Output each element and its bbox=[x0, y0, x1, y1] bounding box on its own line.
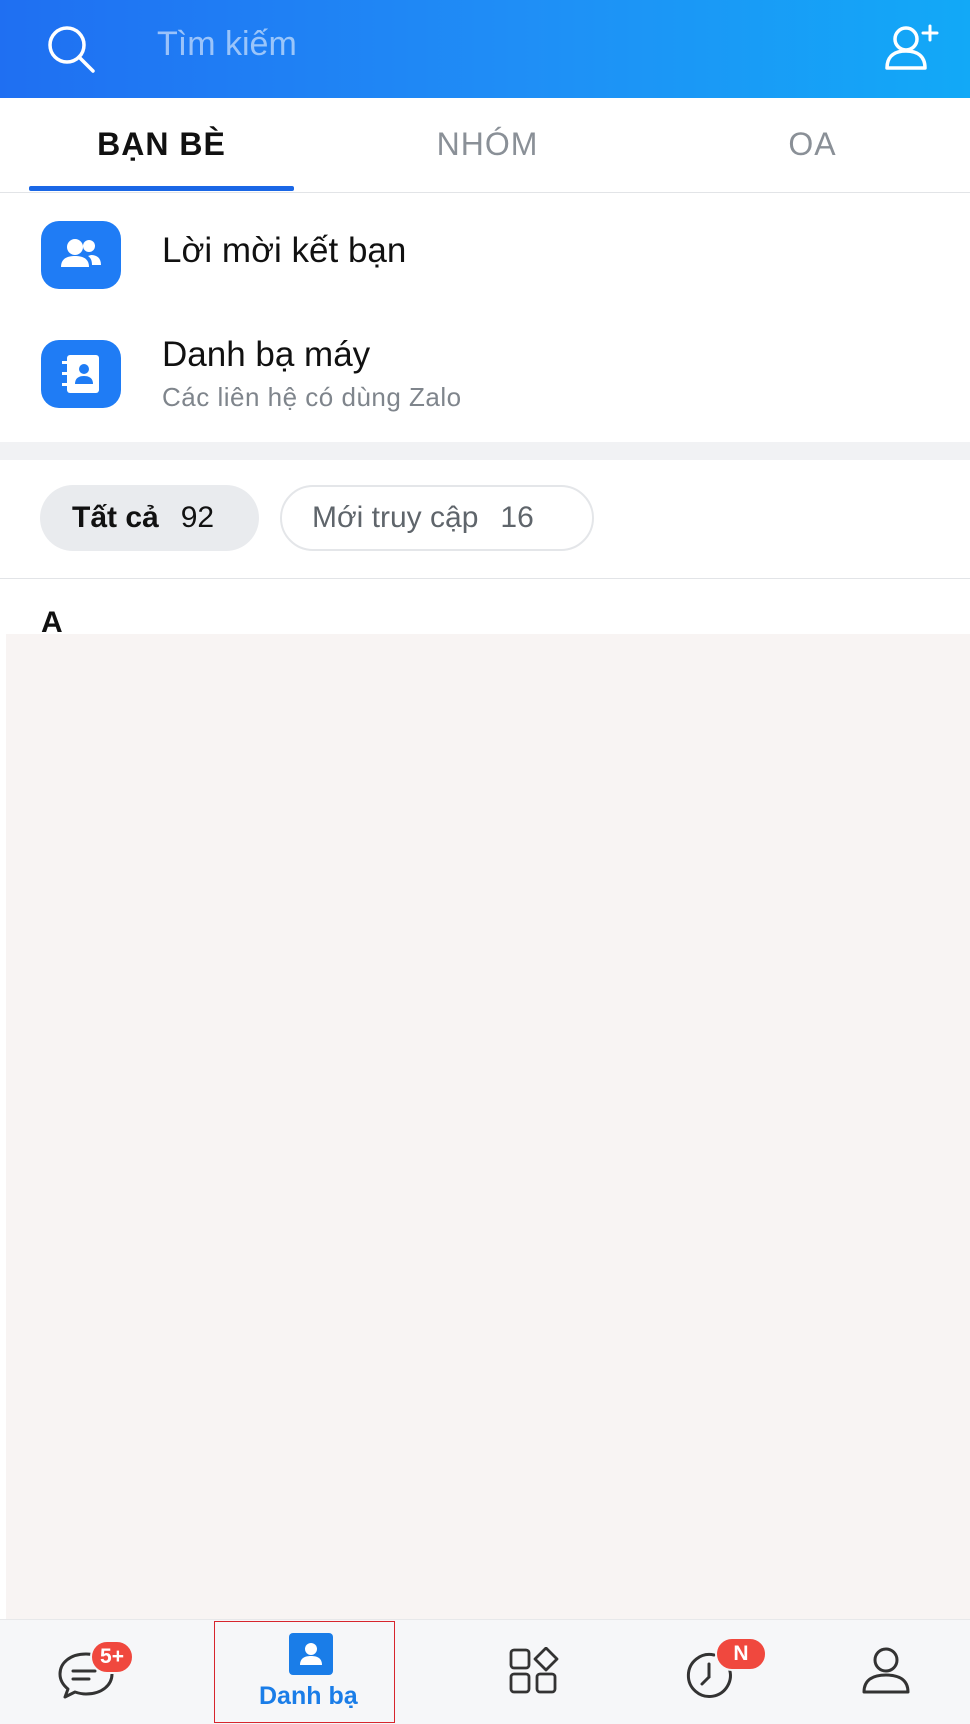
timeline-badge: N bbox=[715, 1637, 767, 1671]
nav-discover[interactable] bbox=[475, 1620, 595, 1724]
phone-contacts-subtitle: Các liên hệ có dùng Zalo bbox=[162, 382, 462, 412]
phone-contacts-row[interactable]: Danh bạ máy Các liên hệ có dùng Zalo bbox=[0, 313, 970, 442]
bottom-navigation: 5+ Danh bạ N bbox=[0, 1619, 970, 1724]
nav-profile[interactable] bbox=[840, 1620, 940, 1724]
list-divider bbox=[0, 578, 970, 579]
friend-requests-row[interactable]: Lời mời kết bạn bbox=[0, 193, 970, 313]
contacts-label: Danh bạ bbox=[259, 1682, 358, 1710]
nav-messages[interactable]: 5+ bbox=[0, 1620, 190, 1724]
contacts-icon bbox=[289, 1633, 333, 1675]
nav-timeline[interactable]: N bbox=[660, 1620, 790, 1724]
filter-all-label: Tất cả bbox=[72, 501, 159, 534]
active-tab-indicator bbox=[29, 186, 294, 191]
users-icon bbox=[41, 221, 121, 289]
filter-all-chip[interactable]: Tất cả 92 bbox=[40, 485, 259, 551]
tab-friends[interactable]: BẠN BÈ bbox=[29, 126, 294, 163]
top-bar: Tìm kiếm bbox=[0, 0, 970, 98]
filter-recent-chip[interactable]: Mới truy cập 16 bbox=[280, 485, 594, 551]
friend-requests-label: Lời mời kết bạn bbox=[162, 231, 407, 270]
apps-grid-icon bbox=[509, 1647, 559, 1694]
add-friend-icon[interactable] bbox=[884, 22, 942, 76]
section-separator bbox=[0, 442, 970, 460]
filter-recent-label: Mới truy cập bbox=[312, 501, 479, 534]
contact-book-icon bbox=[41, 340, 121, 408]
contact-list-area bbox=[6, 634, 970, 1619]
tab-bar: BẠN BÈ NHÓM OA bbox=[0, 98, 970, 193]
search-input[interactable]: Tìm kiếm bbox=[157, 25, 297, 64]
tab-oa[interactable]: OA bbox=[680, 126, 945, 163]
phone-contacts-label: Danh bạ máy bbox=[162, 335, 371, 374]
nav-contacts[interactable]: Danh bạ bbox=[214, 1620, 395, 1724]
user-icon bbox=[862, 1647, 910, 1694]
search-icon[interactable] bbox=[44, 22, 98, 76]
tab-groups[interactable]: NHÓM bbox=[355, 126, 620, 163]
filter-all-count: 92 bbox=[180, 501, 215, 534]
messages-badge: 5+ bbox=[90, 1640, 134, 1674]
filter-recent-count: 16 bbox=[500, 501, 534, 534]
